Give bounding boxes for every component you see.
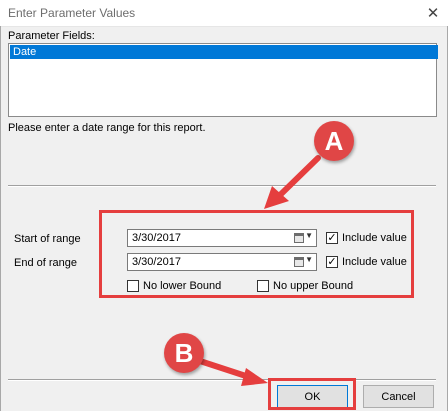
annotation-badge-b: B <box>164 333 204 373</box>
annotation-arrows <box>197 155 321 386</box>
arrow-a-shaft <box>275 155 321 200</box>
annotation-badge-a: A <box>314 121 354 161</box>
arrow-b-head <box>241 368 268 386</box>
